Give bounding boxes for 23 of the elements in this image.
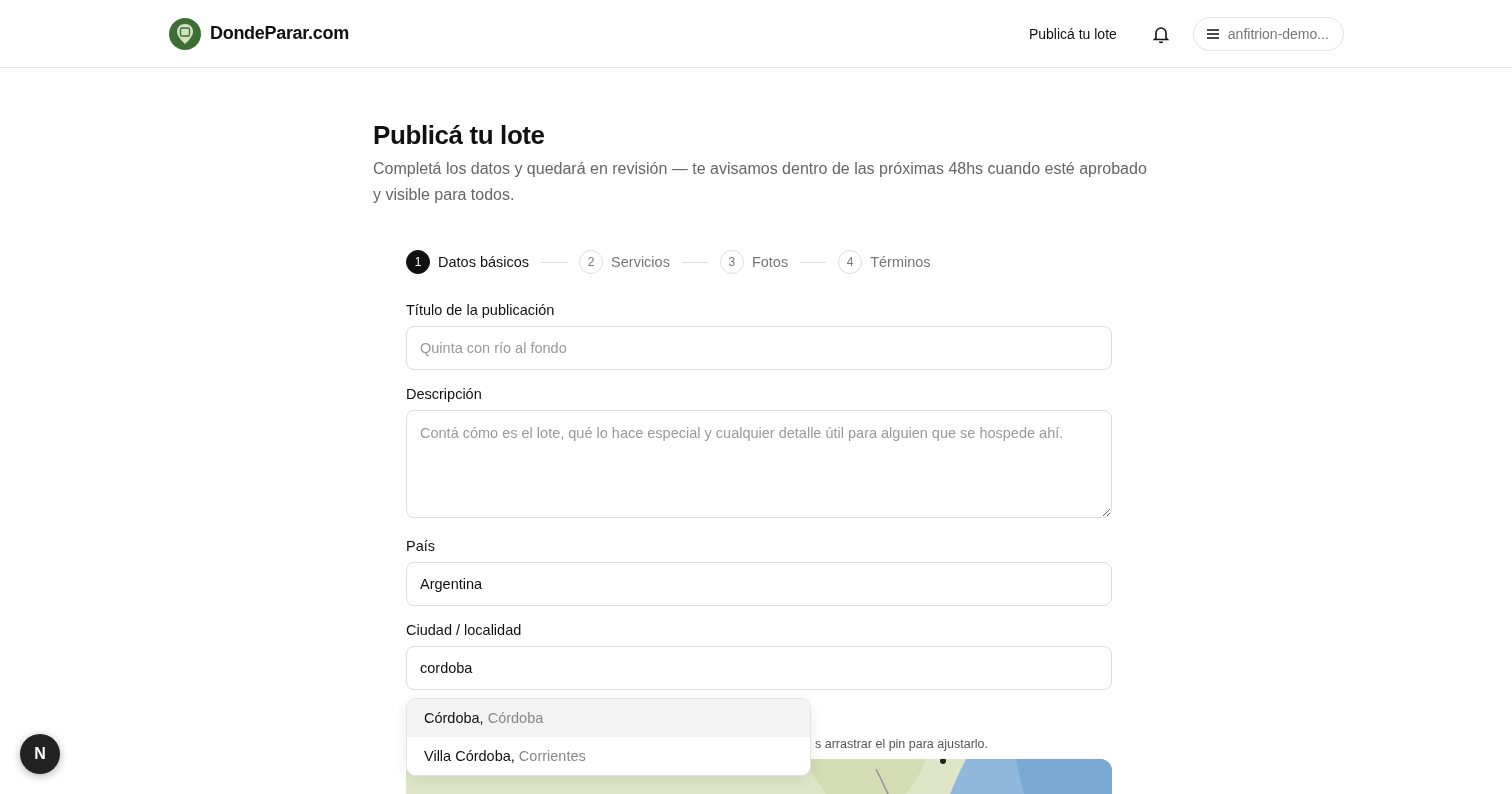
map-hint: s arrastrar el pin para ajustarlo. xyxy=(815,737,988,751)
suggestion-option[interactable]: Córdoba, Córdoba xyxy=(407,699,810,737)
nav-link[interactable]: Publicá tu lote xyxy=(1028,25,1117,42)
brand-name: DondeParar.com xyxy=(210,23,349,44)
user-menu-button[interactable]: anfitrion-demo... xyxy=(1192,16,1344,51)
input-field[interactable]: cordoba xyxy=(406,646,1112,690)
logo-icon xyxy=(169,17,201,50)
menu-icon xyxy=(1205,27,1220,40)
field-label: Ciudad / localidad xyxy=(406,622,523,638)
input-field[interactable]: Quinta con río al fondo xyxy=(406,326,1112,370)
step-tab[interactable]: 2 Servicios xyxy=(579,250,670,274)
input-field[interactable]: Argentina xyxy=(406,562,1112,606)
page-title: Publicá tu lote xyxy=(373,119,546,152)
description-field[interactable]: Contá cómo es el lote, qué lo hace especial y cualquier detalle útil para alguien que se hospede ahí. xyxy=(406,410,1112,518)
step-tab[interactable]: 3 Fotos xyxy=(719,250,789,274)
field-label: Descripción xyxy=(406,386,483,402)
step-tab[interactable]: 1 Datos básicos xyxy=(406,250,530,274)
page-subtitle: Completá los datos y quedará en revisión — te avisamos dentro de las próximas 48hs cuando esté aprobado y visible para todos. xyxy=(373,159,1148,205)
suggestion-option[interactable]: Villa Córdoba, Corrientes xyxy=(407,737,810,775)
field-label: Título de la publicación xyxy=(406,302,556,318)
step-tab[interactable]: 4 Términos xyxy=(838,250,931,274)
field-label: País xyxy=(406,538,436,554)
dev-badge[interactable]: N xyxy=(20,734,60,774)
